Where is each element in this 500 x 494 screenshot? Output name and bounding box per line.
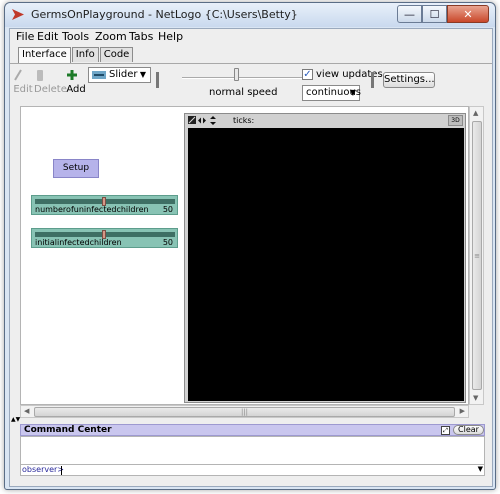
slider-initialinfectedchildren[interactable]: initialinfectedchildren 50 (31, 228, 178, 248)
chevron-down-icon: ▼ (349, 88, 356, 97)
speed-label: normal speed (209, 87, 278, 98)
interface-canvas: Setup numberofuninfectedchildren 50 init… (20, 106, 469, 405)
menu-edit[interactable]: Edit (37, 30, 58, 43)
update-mode-select[interactable]: continuous ▼ (302, 85, 361, 101)
slider-name: numberofuninfectedchildren (35, 205, 149, 214)
add-label: Add (66, 84, 86, 95)
widget-type-select[interactable]: Slider ▼ (88, 67, 151, 83)
command-center-title: Command Center (24, 425, 112, 435)
delete-tool[interactable]: Delete (34, 68, 67, 95)
view-updates-checkbox[interactable]: ✓ (302, 69, 313, 80)
settings-button[interactable]: Settings... (383, 72, 435, 88)
collapse-arrows-icon[interactable]: ▲▼ (11, 416, 20, 423)
text-caret (61, 466, 62, 475)
minimize-button[interactable]: — (397, 5, 422, 23)
maximize-button[interactable]: ☐ (422, 5, 447, 23)
tab-strip: Interface Info Code (18, 47, 134, 63)
expand-icon[interactable]: ⤢ (441, 426, 450, 435)
slider-name: initialinfectedchildren (35, 238, 122, 247)
add-tool[interactable]: Add (66, 68, 86, 95)
toolbar-separator (156, 72, 159, 88)
menu-tabs[interactable]: Tabs (129, 30, 153, 43)
world-canvas[interactable] (188, 128, 464, 401)
tab-info[interactable]: Info (71, 47, 99, 62)
setup-button[interactable]: Setup (53, 159, 99, 178)
view-header: ticks: 3D (185, 114, 465, 127)
horizontal-scroll-thumb[interactable]: ||| (34, 407, 455, 417)
pencil-icon (12, 68, 34, 82)
widget-type-value: Slider (109, 69, 138, 80)
menu-tools[interactable]: Tools (62, 30, 89, 43)
scroll-down-icon[interactable]: ▼ (473, 394, 478, 402)
slider-value: 50 (162, 238, 173, 247)
netlogo-app-icon (11, 8, 25, 21)
view-control-icons[interactable] (188, 116, 218, 125)
slider-widget-icon (92, 71, 106, 79)
edit-tool[interactable]: Edit (12, 68, 34, 95)
delete-label: Delete (34, 84, 67, 95)
toolbar-separator (371, 72, 374, 88)
scroll-left-icon[interactable]: ◀ (24, 407, 29, 415)
chevron-down-icon: ▼ (139, 70, 146, 79)
command-input[interactable]: observer> ▼ (20, 464, 485, 476)
speed-slider-thumb[interactable] (234, 68, 239, 81)
window-title: GermsOnPlayground - NetLogo {C:\Users\Be… (31, 8, 298, 21)
tab-interface[interactable]: Interface (18, 47, 71, 63)
3d-view-button[interactable]: 3D (448, 115, 463, 126)
menu-help[interactable]: Help (158, 30, 183, 43)
window-client-area: File Edit Tools Zoom Tabs Help Interface… (9, 28, 493, 487)
menu-bar: File Edit Tools Zoom Tabs Help (10, 29, 492, 45)
ticks-label: ticks: (233, 116, 255, 125)
clear-button[interactable]: Clear (453, 425, 484, 435)
interface-horizontal-scrollbar[interactable]: ◀ ||| ▶ (20, 405, 469, 418)
tab-code[interactable]: Code (99, 47, 134, 62)
trash-icon (34, 68, 64, 82)
plus-icon (66, 68, 86, 82)
scroll-up-icon[interactable]: ▲ (473, 109, 478, 117)
world-view: ticks: 3D (184, 113, 466, 403)
menu-zoom[interactable]: Zoom (95, 30, 127, 43)
observer-prompt[interactable]: observer> (22, 465, 64, 474)
interface-toolbar: Edit Delete Add Slider ▼ normal speed ✓ … (10, 63, 492, 103)
menu-file[interactable]: File (16, 30, 34, 43)
vertical-scroll-thumb[interactable]: ≡ (472, 121, 482, 390)
slider-numberofuninfectedchildren[interactable]: numberofuninfectedchildren 50 (31, 195, 178, 215)
netlogo-window: GermsOnPlayground - NetLogo {C:\Users\Be… (4, 2, 496, 490)
edit-label: Edit (13, 84, 33, 95)
slider-value: 50 (162, 205, 173, 214)
chevron-down-icon[interactable]: ▼ (478, 465, 483, 473)
scroll-right-icon[interactable]: ▶ (460, 407, 465, 415)
interface-vertical-scrollbar[interactable]: ▲ ≡ ▼ (469, 106, 484, 405)
window-controls: — ☐ ✕ (397, 5, 489, 23)
speed-slider-track[interactable] (182, 77, 302, 79)
close-button[interactable]: ✕ (447, 5, 489, 23)
title-bar[interactable]: GermsOnPlayground - NetLogo {C:\Users\Be… (5, 3, 495, 27)
command-center-header: Command Center ⤢ Clear (20, 424, 485, 436)
